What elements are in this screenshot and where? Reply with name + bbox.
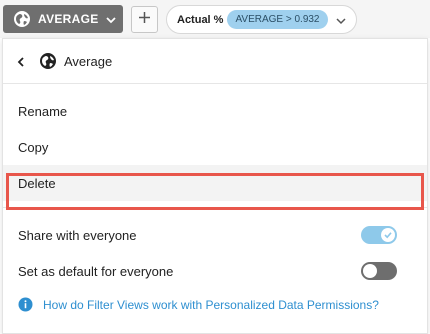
copy-menu-item[interactable]: Copy: [3, 129, 427, 165]
info-icon: [18, 297, 33, 312]
help-row: How do Filter Views work with Personaliz…: [18, 297, 379, 312]
filter-condition-badge: AVERAGE > 0.932: [227, 10, 328, 29]
chevron-down-icon: [105, 14, 116, 24]
chevron-down-icon[interactable]: [335, 14, 347, 26]
add-filter-view-button[interactable]: [131, 6, 158, 33]
back-chevron-icon[interactable]: [15, 55, 27, 67]
filter-chip[interactable]: Actual % AVERAGE > 0.932: [166, 5, 357, 34]
menu-header: Average: [3, 39, 427, 83]
share-with-everyone-toggle[interactable]: [361, 226, 397, 244]
check-icon: [384, 232, 392, 239]
globe-icon: [13, 10, 31, 28]
divider: [3, 83, 427, 84]
help-link[interactable]: How do Filter Views work with Personaliz…: [43, 298, 379, 312]
filter-view-label: AVERAGE: [38, 12, 99, 26]
rename-menu-item[interactable]: Rename: [3, 93, 427, 129]
globe-icon: [39, 52, 57, 70]
filter-name: Actual %: [177, 13, 224, 26]
set-default-label: Set as default for everyone: [18, 263, 174, 279]
set-default-row[interactable]: Set as default for everyone: [3, 253, 427, 289]
toggle-knob: [381, 228, 395, 242]
plus-icon: [138, 11, 151, 29]
toolbar: AVERAGE Actual % AVERAGE > 0.932: [0, 0, 430, 38]
menu-title: Average: [64, 53, 113, 69]
highlight-box: [6, 173, 424, 210]
set-default-toggle[interactable]: [361, 262, 397, 280]
toggle-knob: [363, 264, 377, 278]
share-with-everyone-label: Share with everyone: [18, 227, 137, 243]
share-with-everyone-row[interactable]: Share with everyone: [3, 217, 427, 253]
filter-view-button[interactable]: AVERAGE: [3, 5, 123, 33]
